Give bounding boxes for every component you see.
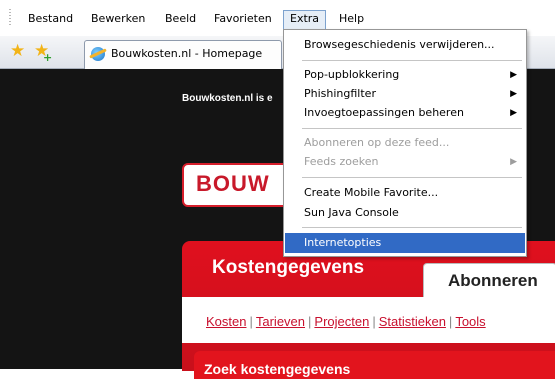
subnav: Kosten | Tarieven | Projecten | Statistieken | T… [182, 297, 555, 343]
site-banner: Bouwkosten.nl is e [182, 93, 273, 104]
menu-separator [302, 227, 522, 228]
menuitem-mobile-favorite[interactable]: Create Mobile Favorite... [285, 183, 525, 203]
menuitem-java-console[interactable]: Sun Java Console [285, 203, 525, 223]
logo-text: BOUW [196, 171, 270, 196]
star-plus-icon[interactable]: ★ + [34, 41, 52, 64]
menuitem-feeds-zoeken: Feeds zoeken ▶ [285, 152, 525, 172]
menu-bestand[interactable]: Bestand [22, 10, 79, 28]
search-section: Zoek kostengegevens [194, 351, 555, 379]
panel-title: Kostengegevens [212, 257, 365, 278]
submenu-arrow-icon: ▶ [510, 108, 517, 118]
subnav-tools[interactable]: Tools [455, 314, 485, 329]
submenu-arrow-icon: ▶ [510, 157, 517, 167]
menu-separator [302, 128, 522, 129]
ie-icon [91, 47, 105, 61]
subnav-statistieken[interactable]: Statistieken [379, 314, 446, 329]
tab-abonneren-label: Abonneren [448, 271, 538, 290]
menuitem-abonneren-feed: Abonneren op deze feed... [304, 136, 450, 149]
submenu-arrow-icon: ▶ [510, 70, 517, 80]
star-icon[interactable]: ★ [10, 41, 25, 61]
menubar-grip[interactable] [9, 9, 11, 27]
tab-abonneren[interactable]: Abonneren [423, 263, 555, 298]
menuitem-internetopties[interactable]: Internetopties [285, 233, 525, 253]
menuitem-phishingfilter[interactable]: Phishingfilter ▶ [285, 84, 525, 104]
kostengegevens-panel: Kostengegevens Abonneren Kosten | Tarieven… [182, 241, 555, 379]
search-title: Zoek kostengegevens [204, 361, 351, 377]
menu-separator [302, 60, 522, 61]
menu-help[interactable]: Help [333, 10, 370, 28]
menu-bewerken[interactable]: Bewerken [85, 10, 151, 28]
extra-menu-dropdown: Browsegeschiedenis verwijderen... Pop-up… [283, 29, 527, 257]
menu-favorieten[interactable]: Favorieten [208, 10, 278, 28]
menuitem-invoegtoepassingen[interactable]: Invoegtoepassingen beheren ▶ [285, 103, 525, 123]
menu-separator [302, 177, 522, 178]
subnav-kosten[interactable]: Kosten [206, 314, 246, 329]
browser-tab[interactable]: Bouwkosten.nl - Homepage [84, 40, 282, 69]
subnav-tarieven[interactable]: Tarieven [256, 314, 305, 329]
submenu-arrow-icon: ▶ [510, 89, 517, 99]
menu-beeld[interactable]: Beeld [159, 10, 202, 28]
tab-title: Bouwkosten.nl - Homepage [111, 47, 263, 60]
menuitem-popupblokkering[interactable]: Pop-upblokkering ▶ [285, 65, 525, 85]
menuitem-browsegeschiedenis[interactable]: Browsegeschiedenis verwijderen... [285, 35, 525, 55]
menu-extra[interactable]: Extra [283, 10, 327, 30]
subnav-projecten[interactable]: Projecten [314, 314, 369, 329]
